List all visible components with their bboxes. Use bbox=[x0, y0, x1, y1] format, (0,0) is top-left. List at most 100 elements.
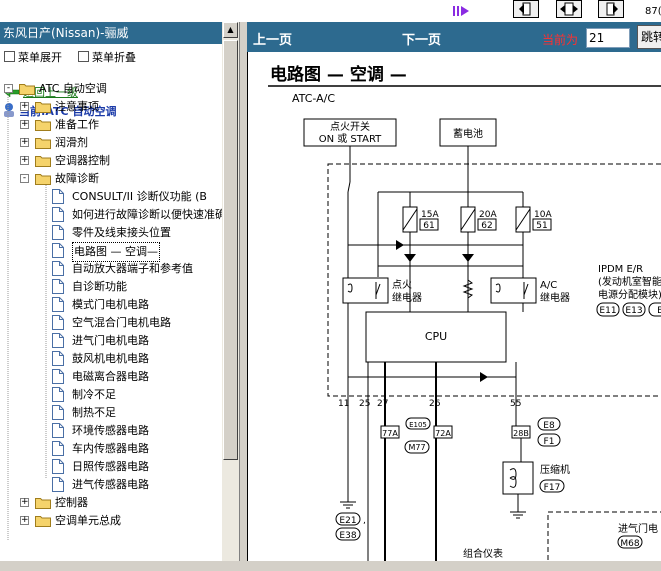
svg-text:61: 61 bbox=[423, 221, 434, 231]
expand-icon[interactable]: + bbox=[20, 120, 29, 129]
next-page-link[interactable]: 下一页 bbox=[402, 29, 441, 48]
collapse-icon[interactable]: - bbox=[20, 174, 29, 183]
expand-icon[interactable]: + bbox=[20, 498, 29, 507]
menu-expand-button[interactable]: 菜单展开 bbox=[4, 49, 62, 65]
tree-item-label: 故障诊断 bbox=[55, 172, 99, 185]
document-icon bbox=[52, 387, 64, 402]
tree-item-label: 零件及线束接头位置 bbox=[72, 226, 171, 239]
document-icon bbox=[52, 459, 64, 474]
svg-text:,: , bbox=[363, 516, 366, 526]
tree-item-label: 控制器 bbox=[55, 496, 88, 509]
document-icon bbox=[52, 225, 64, 240]
document-icon bbox=[52, 405, 64, 420]
scroll-up-arrow[interactable]: ▲ bbox=[223, 22, 238, 38]
collapse-icon[interactable]: - bbox=[4, 84, 13, 93]
tree-item-label: 自诊断功能 bbox=[72, 280, 127, 293]
fuse-10a: 10A 51 bbox=[515, 206, 552, 233]
svg-text:继电器: 继电器 bbox=[392, 291, 422, 304]
tree-item-label: ATC 自动空调 bbox=[39, 82, 107, 95]
document-icon bbox=[52, 441, 64, 456]
intake-module-label: 进气门电 bbox=[618, 522, 658, 535]
folder-icon bbox=[35, 101, 51, 113]
tree-item-label: 空调器控制 bbox=[55, 154, 110, 167]
last-page-button[interactable] bbox=[598, 0, 624, 18]
top-right-partial: 87( bbox=[645, 6, 661, 17]
menu-expand-label: 菜单展开 bbox=[18, 51, 62, 64]
tree-item-label: 进气传感器电路 bbox=[72, 478, 149, 491]
folder-icon bbox=[35, 497, 51, 509]
left-pane-title: 东风日产(Nissan)-骊威 bbox=[0, 22, 222, 44]
location-person-icon bbox=[4, 103, 14, 117]
tree-item-label: 制冷不足 bbox=[72, 388, 116, 401]
tree-item-label: CONSULT/II 诊断仪功能 (B bbox=[72, 190, 207, 203]
svg-text:E8: E8 bbox=[543, 421, 555, 431]
folder-icon bbox=[35, 119, 51, 131]
document-icon bbox=[52, 423, 64, 438]
svg-text:继电器: 继电器 bbox=[540, 291, 570, 304]
tree-item-label: 空气混合门电机电路 bbox=[72, 316, 171, 329]
tree-item-label: 如何进行故障诊断以便快速准确 bbox=[72, 208, 226, 221]
document-icon bbox=[52, 351, 64, 366]
svg-text:E: E bbox=[657, 306, 661, 316]
current-page-label: 当前为 bbox=[542, 33, 579, 47]
expand-icon[interactable]: + bbox=[20, 102, 29, 111]
tree-item-label: 注意事项 bbox=[55, 100, 99, 113]
prev-page-link[interactable]: 上一页 bbox=[253, 29, 292, 48]
ignition-switch-label-2: ON 或 START bbox=[319, 133, 382, 145]
document-icon bbox=[52, 189, 64, 204]
tree-item-label: 鼓风机电机电路 bbox=[72, 352, 149, 365]
menu-bar: 菜单展开 菜单折叠 bbox=[0, 46, 222, 66]
cpu-label: CPU bbox=[425, 330, 447, 343]
svg-text:M68: M68 bbox=[620, 539, 639, 549]
folder-icon bbox=[35, 173, 51, 185]
tree-item-label: 车内传感器电路 bbox=[72, 442, 149, 455]
tree-item-label: 日照传感器电路 bbox=[72, 460, 149, 473]
purple-arrow-icon[interactable] bbox=[452, 3, 472, 17]
pane-splitter[interactable] bbox=[240, 22, 247, 571]
menu-collapse-button[interactable]: 菜单折叠 bbox=[78, 49, 136, 65]
jump-button[interactable]: 跳转 bbox=[637, 25, 661, 49]
document-icon bbox=[52, 207, 64, 222]
document-icon bbox=[52, 243, 64, 258]
scrollbar-thumb[interactable] bbox=[223, 40, 238, 460]
folder-icon bbox=[35, 515, 51, 527]
svg-text:72A: 72A bbox=[435, 429, 451, 438]
expand-icon[interactable]: + bbox=[20, 138, 29, 147]
battery-label: 蓄电池 bbox=[453, 127, 483, 140]
document-icon bbox=[52, 477, 64, 492]
tree-item-label: 自动放大器端子和参考值 bbox=[72, 262, 193, 275]
svg-text:A/C: A/C bbox=[540, 280, 557, 291]
svg-text:M77: M77 bbox=[408, 443, 425, 452]
tree-item-label: 电磁离合器电路 bbox=[72, 370, 149, 383]
bottom-scrollbar[interactable] bbox=[0, 561, 661, 571]
tree-item-label: 准备工作 bbox=[55, 118, 99, 131]
diagram-viewer: 电路图 — 空调 — ATC-A/C 点火开关 ON 或 START 蓄电池 1… bbox=[247, 52, 661, 571]
ignition-switch-label-1: 点火开关 bbox=[330, 120, 370, 133]
svg-text:25: 25 bbox=[359, 399, 370, 409]
current-page-input[interactable]: 21 bbox=[586, 28, 630, 48]
tree-item-label: 进气门电机电路 bbox=[72, 334, 149, 347]
expand-icon[interactable]: + bbox=[20, 516, 29, 525]
checkbox-icon bbox=[4, 51, 15, 62]
expand-icon[interactable]: + bbox=[20, 156, 29, 165]
tree-item-label: 电路图 — 空调— bbox=[72, 242, 160, 262]
first-page-button[interactable] bbox=[513, 0, 539, 18]
menu-collapse-label: 菜单折叠 bbox=[92, 51, 136, 64]
svg-text:压缩机: 压缩机 bbox=[540, 463, 570, 476]
svg-text:11: 11 bbox=[338, 399, 349, 409]
svg-text:E11: E11 bbox=[599, 306, 616, 316]
document-icon bbox=[52, 369, 64, 384]
svg-text:27: 27 bbox=[377, 399, 388, 409]
svg-text:E38: E38 bbox=[339, 531, 356, 541]
svg-text:77A: 77A bbox=[382, 429, 398, 438]
svg-text:F1: F1 bbox=[544, 437, 555, 447]
folder-icon bbox=[19, 83, 35, 95]
tree-item-label: 模式门电机电路 bbox=[72, 298, 149, 311]
svg-text:E13: E13 bbox=[625, 306, 642, 316]
svg-text:E21: E21 bbox=[339, 516, 356, 526]
fit-page-button[interactable] bbox=[556, 0, 582, 18]
top-toolbar: 87( bbox=[0, 0, 661, 22]
combination-meter-label: 组合仪表 bbox=[463, 547, 503, 560]
ipdm-label-3: 电源分配模块) bbox=[598, 288, 661, 301]
document-icon bbox=[52, 261, 64, 276]
